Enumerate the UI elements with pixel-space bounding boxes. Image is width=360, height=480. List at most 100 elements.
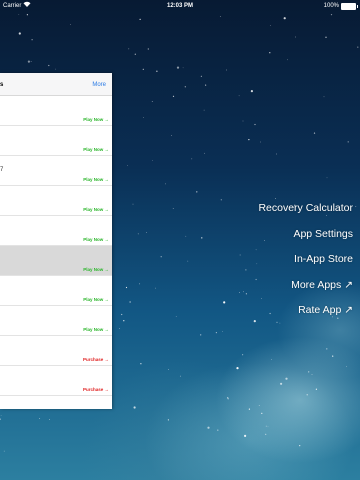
star	[357, 46, 359, 48]
star	[160, 256, 162, 258]
panel-header: s More	[0, 73, 112, 96]
star	[125, 286, 128, 289]
menu-more-apps[interactable]: More Apps ↗	[258, 273, 353, 299]
star	[168, 369, 169, 370]
menu-app-settings[interactable]: App Settings	[258, 222, 353, 248]
list-item[interactable]: Play Now →	[0, 126, 112, 156]
star	[127, 165, 128, 166]
menu-rate-app[interactable]: Rate App ↗	[258, 298, 353, 324]
play-now-link[interactable]: Play Now →	[83, 297, 109, 302]
star	[31, 39, 33, 41]
star	[219, 16, 221, 17]
star	[283, 17, 286, 20]
play-now-link[interactable]: Play Now →	[83, 267, 109, 272]
star	[245, 269, 247, 271]
star	[205, 84, 207, 86]
star	[325, 36, 327, 38]
star	[242, 120, 244, 122]
star	[313, 132, 316, 134]
clock: 12:03 PM	[166, 3, 193, 9]
star	[165, 183, 166, 185]
star	[55, 68, 57, 70]
star	[134, 53, 136, 55]
menu-recovery-calculator[interactable]: Recovery Calculator	[258, 196, 353, 222]
star	[271, 358, 272, 360]
purchase-link[interactable]: Purchase →	[83, 357, 109, 362]
star	[256, 263, 258, 265]
star	[203, 109, 205, 111]
star	[245, 293, 247, 295]
star	[201, 237, 203, 239]
star	[253, 320, 256, 323]
star	[0, 415, 2, 417]
star	[217, 429, 219, 431]
star	[265, 433, 267, 435]
star	[239, 254, 241, 256]
play-now-link[interactable]: Play Now →	[83, 327, 109, 332]
star	[139, 283, 141, 285]
play-now-link[interactable]: Play Now →	[83, 177, 109, 182]
star	[236, 367, 239, 370]
star	[182, 67, 184, 69]
star	[0, 418, 1, 420]
menu-in-app-store[interactable]: In-App Store	[258, 247, 353, 273]
star	[70, 23, 71, 25]
star	[223, 301, 226, 304]
star	[326, 177, 328, 179]
star	[242, 291, 244, 293]
play-now-link[interactable]: Play Now →	[83, 117, 109, 122]
star	[200, 75, 202, 77]
star	[299, 445, 301, 447]
star	[26, 14, 28, 16]
star	[49, 419, 50, 420]
star	[238, 95, 240, 97]
play-now-link[interactable]: Play Now →	[83, 147, 109, 152]
star	[30, 61, 32, 62]
star	[220, 199, 222, 201]
star	[227, 398, 229, 400]
list-item[interactable]: Play Now →	[0, 276, 112, 306]
star	[3, 450, 5, 452]
star	[215, 332, 217, 334]
list-item[interactable]: Play Now →	[0, 96, 112, 126]
star	[155, 287, 156, 289]
star	[226, 69, 227, 71]
panel-title: s	[0, 82, 4, 88]
star	[133, 406, 136, 409]
list-item[interactable]: Purchase →	[0, 336, 112, 366]
list-item[interactable]: Play Now →	[0, 186, 112, 216]
star	[285, 377, 288, 380]
star	[184, 86, 186, 88]
star	[175, 316, 177, 317]
star	[332, 355, 334, 357]
star	[242, 354, 244, 356]
star	[207, 426, 210, 429]
star	[172, 95, 175, 97]
star	[200, 334, 202, 336]
star	[355, 206, 357, 208]
more-button[interactable]: More	[92, 82, 106, 88]
star	[287, 59, 288, 61]
star	[27, 60, 30, 63]
star	[346, 366, 347, 367]
star	[18, 32, 21, 35]
list-item[interactable]: Play Now →	[0, 216, 112, 246]
play-now-link[interactable]: Play Now →	[83, 207, 109, 212]
star	[129, 301, 131, 303]
star	[323, 96, 325, 98]
star	[308, 371, 310, 373]
play-now-link[interactable]: Play Now →	[83, 237, 109, 242]
star	[254, 123, 256, 126]
star	[171, 135, 172, 137]
star	[255, 249, 257, 251]
star	[176, 66, 180, 69]
star	[143, 116, 144, 118]
star	[269, 25, 271, 26]
purchase-link[interactable]: Purchase →	[83, 387, 109, 392]
list-item[interactable]: Play Now →	[0, 306, 112, 336]
star	[123, 320, 125, 322]
list-item[interactable]: Play Now →	[0, 246, 112, 276]
list-item[interactable]: 7 Play Now →	[0, 156, 112, 186]
star	[156, 70, 158, 72]
list-item[interactable]: Purchase →	[0, 366, 112, 396]
